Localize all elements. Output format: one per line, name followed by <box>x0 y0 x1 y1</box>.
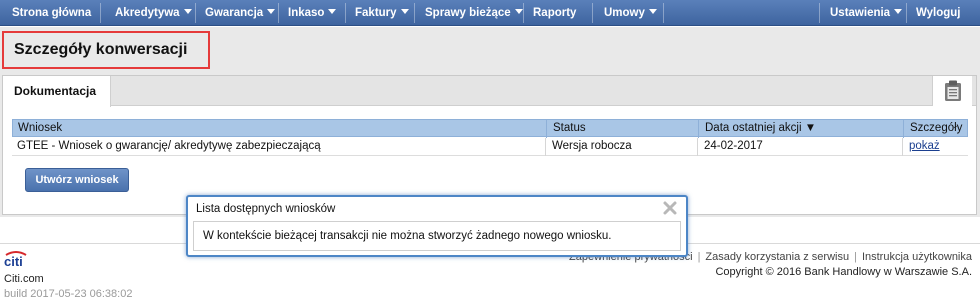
svg-text:citi: citi <box>4 254 23 268</box>
chevron-down-icon <box>267 9 276 15</box>
cell-date: 24-02-2017 <box>704 140 763 152</box>
chevron-down-icon <box>894 9 903 15</box>
column-last-action-date[interactable]: Data ostatniej akcji ▼ <box>700 120 816 138</box>
column-wniosek: Wniosek <box>18 122 63 134</box>
nav-akredytywa[interactable]: Akredytywa <box>115 0 192 26</box>
user-guide-link[interactable]: Instrukcja użytkownika <box>862 251 972 263</box>
nav-home[interactable]: Strona główna <box>12 0 91 26</box>
top-navigation: Strona główna Akredytywa Gwarancja Inkas… <box>0 0 980 26</box>
column-details: Szczegóły <box>910 122 963 134</box>
nav-gwarancja[interactable]: Gwarancja <box>205 0 276 26</box>
available-applications-dialog: Lista dostępnych wniosków W kontekście b… <box>186 195 688 257</box>
terms-link[interactable]: Zasady korzystania z serwisu <box>705 251 849 263</box>
copyright: Copyright © 2016 Bank Handlowy w Warszaw… <box>715 266 972 278</box>
cell-wniosek: GTEE - Wniosek o gwarancję/ akredytywę z… <box>17 140 321 152</box>
details-link[interactable]: pokaż <box>904 138 940 156</box>
citi-logo: citi <box>4 251 27 268</box>
nav-faktury[interactable]: Faktury <box>355 0 409 26</box>
nav-inkaso[interactable]: Inkaso <box>288 0 337 26</box>
dialog-title: Lista dostępnych wniosków <box>196 203 336 215</box>
tab-dokumentacja[interactable]: Dokumentacja <box>3 76 111 107</box>
citi-com-link[interactable]: Citi.com <box>4 273 44 285</box>
close-icon[interactable] <box>662 200 678 216</box>
build-info: build 2017-05-23 06:38:02 <box>4 288 133 300</box>
chevron-down-icon <box>648 9 657 15</box>
tab-bar: Dokumentacja <box>3 76 976 107</box>
nav-raporty[interactable]: Raporty <box>533 0 576 26</box>
nav-ustawienia[interactable]: Ustawienia <box>830 0 903 26</box>
applications-table: Wniosek Status Data ostatniej akcji ▼ Sz… <box>12 119 968 157</box>
page-title: Szczegóły konwersacji <box>2 31 210 69</box>
clipboard-icon <box>945 80 961 101</box>
chevron-down-icon <box>328 9 337 15</box>
nav-sprawy-biezace[interactable]: Sprawy bieżące <box>425 0 523 26</box>
chevron-down-icon <box>400 9 409 15</box>
nav-umowy[interactable]: Umowy <box>604 0 657 26</box>
column-status: Status <box>553 122 586 134</box>
cell-status: Wersja robocza <box>552 140 632 152</box>
chevron-down-icon <box>183 9 192 15</box>
chevron-down-icon <box>514 9 523 15</box>
nav-logout[interactable]: Wyloguj <box>916 0 961 26</box>
table-row: GTEE - Wniosek o gwarancję/ akredytywę z… <box>12 138 968 156</box>
dialog-message: W kontekście bieżącej transakcji nie moż… <box>193 221 681 251</box>
clipboard-button[interactable] <box>932 76 972 106</box>
table-header: Wniosek Status Data ostatniej akcji ▼ Sz… <box>12 119 968 138</box>
create-application-button[interactable]: Utwórz wniosek <box>25 168 129 192</box>
